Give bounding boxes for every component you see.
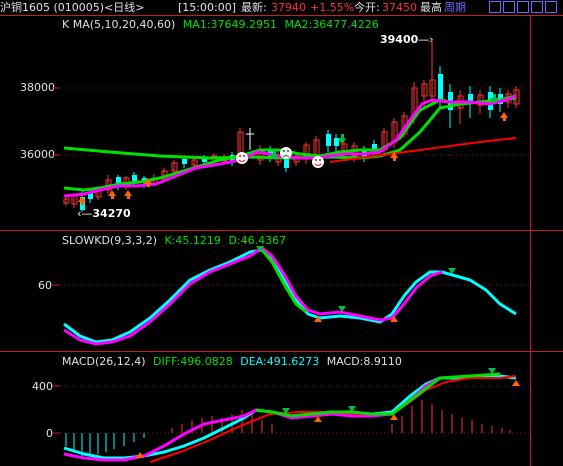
ma-line-green-2 (63, 96, 517, 192)
macd-line-green (255, 372, 501, 418)
chart-canvas[interactable] (0, 0, 563, 466)
kd-line-d (63, 246, 443, 346)
gridlines (60, 87, 530, 434)
axis-ticks (52, 87, 60, 434)
signal-arrows (78, 94, 508, 205)
macd-line-red (149, 375, 517, 463)
